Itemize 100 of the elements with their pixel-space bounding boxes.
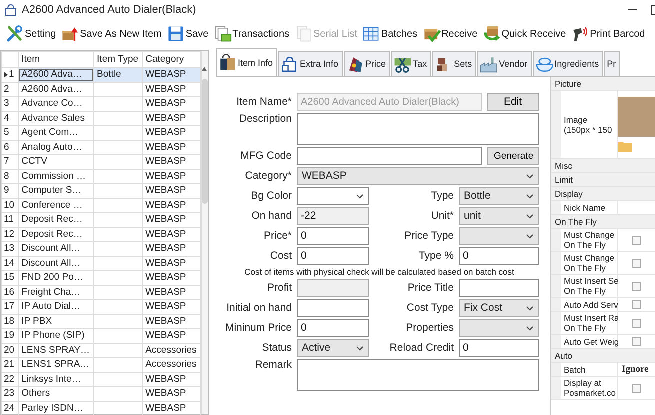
tab[interactable]: Price <box>344 51 390 76</box>
table-cell[interactable]: WEBASP <box>142 300 200 314</box>
dropdown[interactable]: unit <box>459 207 539 225</box>
generate-button[interactable]: Generate <box>487 147 539 165</box>
checkbox[interactable] <box>632 258 641 268</box>
table-cell[interactable]: Deposit Rec… <box>18 212 94 227</box>
property-category[interactable]: On The Fly <box>551 215 655 229</box>
table-cell[interactable]: WEBASP <box>142 154 200 169</box>
dropdown[interactable]: Bottle <box>459 187 539 205</box>
checkbox[interactable] <box>632 236 641 244</box>
toolbar-button[interactable]: Print Barcod <box>569 24 648 44</box>
table-cell[interactable]: Accessories <box>142 358 200 372</box>
value-cell[interactable] <box>618 201 655 214</box>
table-cell[interactable] <box>94 111 142 126</box>
dropdown[interactable] <box>459 227 539 245</box>
table-cell[interactable]: Deposit Rec… <box>18 227 94 242</box>
table-cell[interactable]: Linksys Inte… <box>18 372 94 386</box>
tab[interactable]: Extra Info <box>278 51 343 76</box>
toolbar-button[interactable]: Setting <box>4 24 58 44</box>
table-cell[interactable] <box>94 270 142 285</box>
table-cell[interactable]: WEBASP <box>142 212 200 227</box>
table-cell[interactable]: Conference … <box>18 198 94 212</box>
table-cell[interactable]: WEBASP <box>142 68 200 82</box>
table-cell[interactable] <box>94 198 142 212</box>
table-cell[interactable]: Discount All… <box>18 256 94 270</box>
text-field[interactable]: 0 <box>459 247 539 265</box>
readonly-field[interactable] <box>297 279 369 297</box>
tab[interactable]: Tax <box>391 51 432 76</box>
column-header[interactable]: Item <box>18 52 94 68</box>
table-cell[interactable]: WEBASP <box>142 96 200 111</box>
table-cell[interactable]: Analog Auto… <box>18 140 94 154</box>
checkbox[interactable] <box>632 300 641 309</box>
table-cell[interactable]: WEBASP <box>142 184 200 198</box>
checkbox[interactable] <box>632 384 641 392</box>
text-field[interactable]: 0 <box>297 319 369 337</box>
property-category[interactable]: Auto <box>551 349 655 363</box>
up-arrow-icon[interactable] <box>202 67 208 71</box>
table-cell[interactable]: Discount All… <box>18 242 94 256</box>
toolbar-button[interactable]: Transactions <box>212 24 292 44</box>
table-cell[interactable]: WEBASP <box>142 386 200 401</box>
category-dropdown[interactable]: WEBASP <box>297 167 539 185</box>
table-cell[interactable] <box>94 343 142 358</box>
checkbox[interactable] <box>632 318 641 328</box>
text-field[interactable] <box>459 279 539 297</box>
table-cell[interactable]: A2600 Adva… <box>18 82 94 96</box>
table-cell[interactable]: WEBASP <box>142 169 200 184</box>
table-cell[interactable]: IP Phone (SIP) <box>18 328 94 343</box>
table-cell[interactable] <box>94 328 142 343</box>
table-cell[interactable]: LENS1 SPRA… <box>18 358 94 372</box>
toolbar-button[interactable]: Batches <box>360 24 420 44</box>
table-cell[interactable]: Freight Cha… <box>18 285 94 300</box>
tab[interactable]: Pr <box>604 51 620 76</box>
text-field[interactable]: 0 <box>297 247 369 265</box>
folder-icon[interactable] <box>618 141 632 152</box>
table-cell[interactable]: WEBASP <box>142 372 200 386</box>
table-cell[interactable]: IP Auto Dial… <box>18 300 94 314</box>
property-category[interactable]: Display <box>551 187 655 201</box>
toolbar-button[interactable]: Receive <box>420 24 480 44</box>
combo-box[interactable] <box>297 187 369 205</box>
table-cell[interactable] <box>94 300 142 314</box>
column-header[interactable]: Item Type <box>94 52 142 68</box>
table-cell[interactable]: Agent Com… <box>18 126 94 140</box>
table-cell[interactable]: WEBASP <box>142 140 200 154</box>
tab[interactable]: Item Info <box>216 48 278 76</box>
table-cell[interactable]: A2600 Adva… <box>18 68 94 82</box>
table-cell[interactable] <box>94 242 142 256</box>
toolbar-button[interactable]: Quick Receive <box>480 24 568 44</box>
table-cell[interactable] <box>94 140 142 154</box>
checkbox[interactable] <box>632 282 641 290</box>
checkbox[interactable] <box>632 337 641 346</box>
text-field[interactable]: 0 <box>459 339 539 357</box>
table-cell[interactable]: WEBASP <box>142 227 200 242</box>
toolbar-button[interactable]: Save <box>164 24 211 44</box>
table-cell[interactable]: WEBASP <box>142 314 200 328</box>
column-header[interactable]: Category <box>142 52 200 68</box>
table-cell[interactable] <box>94 285 142 300</box>
table-cell[interactable] <box>94 314 142 328</box>
description-field[interactable] <box>297 113 539 145</box>
table-cell[interactable]: WEBASP <box>142 198 200 212</box>
property-category[interactable]: Limit <box>551 173 655 187</box>
table-cell[interactable] <box>94 386 142 401</box>
mfg-code-field[interactable] <box>297 147 482 165</box>
table-cell[interactable]: Accessories <box>142 343 200 358</box>
tab[interactable]: Ingredients <box>532 51 604 76</box>
table-cell[interactable]: Advance Co… <box>18 96 94 111</box>
remark-field[interactable] <box>297 359 539 391</box>
table-cell[interactable]: WEBASP <box>142 111 200 126</box>
table-cell[interactable]: FND 200 Po… <box>18 270 94 285</box>
table-cell[interactable]: WEBASP <box>142 242 200 256</box>
table-cell[interactable]: WEBASP <box>142 285 200 300</box>
table-cell[interactable]: Computer S… <box>18 184 94 198</box>
text-field[interactable]: 0 <box>297 227 369 245</box>
text-field[interactable] <box>297 299 369 317</box>
table-cell[interactable]: Advance Sales <box>18 111 94 126</box>
property-category[interactable]: Picture <box>551 77 655 91</box>
table-cell[interactable] <box>94 184 142 198</box>
dropdown[interactable] <box>459 319 539 337</box>
tab[interactable]: Sets <box>432 51 476 76</box>
table-cell[interactable]: Commission … <box>18 169 94 184</box>
table-cell[interactable]: Bottle <box>94 68 142 82</box>
